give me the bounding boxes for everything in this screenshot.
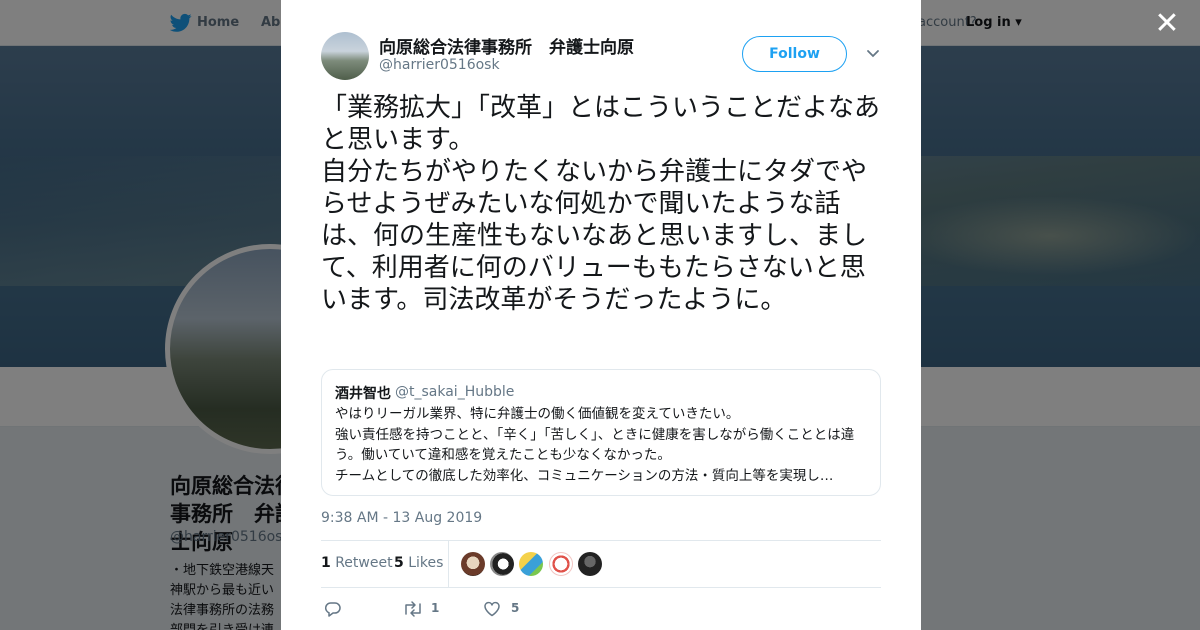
like-action-count: 5: [511, 601, 520, 615]
like-button[interactable]: 5: [483, 596, 543, 622]
quoted-tweet-text: やはりリーガル業界、特に弁護士の働く価値観を変えていきたい。 強い責任感を持つこ…: [335, 406, 855, 484]
heart-icon: [484, 601, 500, 617]
retweet-icon: [405, 601, 421, 617]
quoted-author-handle: @t_sakai_Hubble: [395, 384, 515, 400]
tweet-modal: 向原総合法律事務所 弁護士向原 @harrier0516osk Follow 「…: [281, 0, 921, 630]
reply-button[interactable]: [321, 596, 351, 622]
author-name[interactable]: 向原総合法律事務所 弁護士向原: [379, 33, 634, 58]
likes-label: Likes: [408, 555, 444, 571]
liker-avatar[interactable]: [461, 552, 485, 576]
follow-button[interactable]: Follow: [742, 36, 847, 72]
tweet-timestamp[interactable]: 9:38 AM - 13 Aug 2019: [321, 510, 482, 526]
chevron-down-icon[interactable]: [866, 46, 880, 60]
liker-avatar[interactable]: [519, 552, 543, 576]
retweet-stat[interactable]: 1 Retweet: [321, 555, 393, 571]
liker-avatar[interactable]: [578, 552, 602, 576]
retweet-count: 1: [321, 555, 331, 571]
author-handle[interactable]: @harrier0516osk: [379, 57, 500, 73]
quoted-tweet[interactable]: 酒井智也 @t_sakai_Hubble やはりリーガル業界、特に弁護士の働く価…: [321, 369, 881, 496]
stats-divider: [448, 541, 449, 587]
retweet-button[interactable]: 1: [401, 596, 461, 622]
retweet-label: Retweet: [335, 555, 393, 571]
reply-icon: [324, 602, 341, 617]
liker-avatar[interactable]: [549, 552, 573, 576]
tweet-actions: 1 5: [321, 596, 881, 622]
liker-avatar[interactable]: [490, 552, 514, 576]
close-icon[interactable]: ✕: [1154, 9, 1180, 39]
tweet-stats: 1 Retweet 5 Likes: [321, 540, 881, 588]
tweet-text: 「業務拡大」「改革」とはこういうことだよなあと思います。 自分たちがやりたくない…: [321, 93, 881, 315]
avatar[interactable]: [321, 32, 369, 80]
quoted-author-name: 酒井智也: [335, 386, 391, 402]
retweet-action-count: 1: [431, 601, 440, 615]
like-count: 5: [394, 555, 404, 571]
likes-stat[interactable]: 5 Likes: [394, 555, 443, 571]
